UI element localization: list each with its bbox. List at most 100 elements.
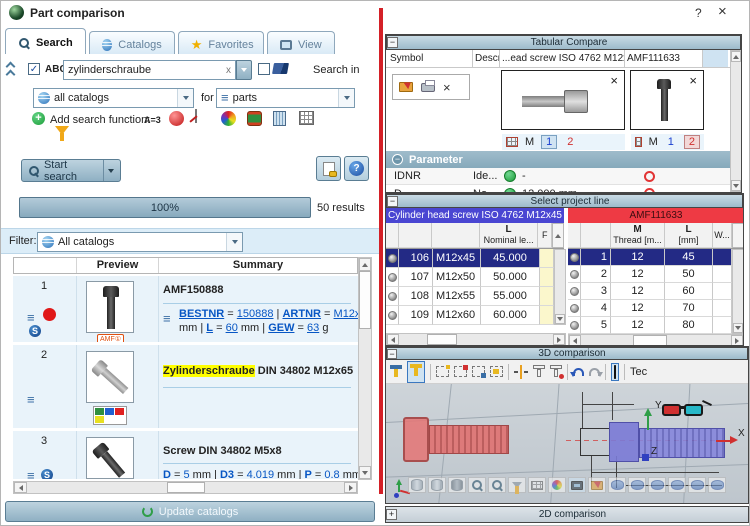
filter-select[interactable]: All catalogs [37,232,243,252]
start-search-button[interactable]: Start search [21,159,121,183]
scroll-up-button[interactable] [731,51,741,62]
frame-selection-icon[interactable] [490,366,503,377]
target-select[interactable]: ≡ parts [216,88,355,108]
section-button[interactable] [648,477,666,493]
value-search-icon[interactable]: A=3 [144,115,161,125]
value-link[interactable]: 60 [226,322,238,334]
3d-comparison-titlebar[interactable]: − 3D comparison [386,347,748,360]
scroll-left-button[interactable] [14,482,27,493]
project-a-row-selected[interactable]: 106 M12x45 45.000 [386,249,564,268]
param-link[interactable]: ARTNR [282,308,321,320]
combo-arrow[interactable] [177,89,193,107]
col-l-header[interactable]: L Nominal le... [479,223,539,248]
value-link[interactable]: 4.019 [247,469,275,479]
dictionary-icon[interactable] [272,63,289,74]
abc-checkbox[interactable]: ✓ [28,63,40,75]
tab-1-selected[interactable]: 1 [541,135,558,149]
col-descr[interactable]: Descr [473,50,500,67]
search-dropdown-button[interactable] [236,60,252,80]
value-link[interactable]: 63 [307,322,319,334]
param-link[interactable]: D [163,469,171,479]
project-a-row[interactable]: 109 M12x60 60.000 [386,306,564,325]
collapse-button[interactable]: − [387,348,397,359]
view-cylinder-button[interactable] [408,477,426,493]
table-icon[interactable] [635,137,642,147]
close-button[interactable]: × [718,3,727,20]
sketch-search-icon[interactable] [299,111,314,125]
col-part-a[interactable]: ...ead screw ISO 4762 M12x45 [500,50,625,67]
view-cylinder-button[interactable] [428,477,446,493]
preview-thumbnail[interactable] [86,281,134,333]
project-a-hscrollbar[interactable] [386,333,566,345]
scroll-down-button[interactable] [731,180,741,191]
result-row-3[interactable]: 3 ≡ S Screw DIN 34802 M5x8 D = 5 mm | D3… [13,431,358,479]
remove-part-a-icon[interactable]: × [610,73,618,88]
value-link[interactable]: 0.8 [324,469,339,479]
context-menu-icon[interactable]: ≡ [27,393,35,406]
search-input[interactable]: zylinderschraube x [63,60,236,80]
preview-thumbnail[interactable] [86,437,134,479]
search-settings-button[interactable] [316,156,341,181]
param-row-d[interactable]: D No... 12.000 mm [386,185,730,192]
scroll-right-button[interactable] [553,334,565,345]
col-l-header[interactable]: L [mm] [665,223,713,248]
dimension-search-icon[interactable] [273,111,286,126]
show-single-part-icon-selected[interactable] [407,360,425,383]
folder-button[interactable] [588,477,606,493]
scroll-up-button[interactable] [552,223,564,248]
scroll-left-button[interactable] [569,335,581,345]
load-comparison-icon[interactable] [399,82,413,92]
context-menu-icon[interactable]: ≡ [27,311,35,324]
panel-splitter[interactable] [379,8,383,494]
scrollbar-thumb[interactable] [359,271,371,329]
3d-shape-search-icon[interactable] [169,111,184,126]
col-part-b[interactable]: AMF111633 [625,50,703,67]
param-link[interactable]: D3 [220,469,234,479]
clear-search-icon[interactable]: x [226,65,231,76]
screw-outline-add-icon[interactable] [550,365,564,379]
param-link[interactable]: BESTNR [179,308,224,320]
print-icon[interactable] [421,79,435,92]
project-a-vscrollbar[interactable] [554,249,566,325]
select-project-titlebar[interactable]: − Select project line [386,194,743,208]
topology-search-icon[interactable] [247,111,262,126]
context-menu-icon[interactable]: ≡ [27,469,35,479]
pan-selection-icon[interactable] [472,366,486,378]
collapse-button[interactable]: − [387,195,398,207]
tab-view[interactable]: View [266,31,335,54]
tabular-compare-titlebar[interactable]: − Tabular Compare [386,35,741,50]
result-row-1[interactable]: 1 ≡ S AMF① AMF150888 ≡ BESTNR = 150888 |… [13,276,358,342]
project-b-row[interactable]: 4 12 70 [568,300,743,317]
text-edit-search-icon[interactable] [195,109,197,123]
project-b-vscrollbar[interactable] [732,249,743,334]
scroll-up-button[interactable] [359,258,371,271]
redo-icon[interactable] [589,367,603,377]
result-row-2[interactable]: 2 ≡ Zylinderschraube DIN 34802 M12x65 [13,345,358,428]
preview-thumbnail[interactable] [86,351,134,403]
col-m-header[interactable]: M Thread [m... [611,223,665,248]
show-both-parts-icon[interactable] [390,365,402,378]
table-icon[interactable] [506,137,518,147]
value-link[interactable]: M12x60 [334,308,358,320]
section-button[interactable] [668,477,686,493]
tab-master[interactable]: M [649,136,658,148]
param-link[interactable]: P [304,469,311,479]
section-button[interactable] [608,477,626,493]
scroll-down-button[interactable] [359,466,371,479]
project-b-row[interactable]: 5 12 80 [568,317,743,334]
tab-search[interactable]: Search [5,28,86,54]
help-menu-button[interactable]: ? [344,156,369,181]
value-link[interactable]: 150888 [237,308,274,320]
tab-1[interactable]: 1 [665,136,677,148]
tab-catalogs[interactable]: Catalogs [88,31,175,54]
remove-part-b-icon[interactable]: × [689,73,697,88]
zoom-button[interactable] [468,477,486,493]
tec-button[interactable]: Tec [630,366,647,378]
measure-button[interactable] [508,477,526,494]
section-button[interactable] [688,477,706,493]
scroll-down-button[interactable] [555,314,565,324]
secondary-checkbox[interactable] [258,63,270,75]
tab-master[interactable]: M [525,136,534,148]
tab-2[interactable]: 2 [564,136,576,148]
color-search-icon[interactable] [221,111,236,126]
